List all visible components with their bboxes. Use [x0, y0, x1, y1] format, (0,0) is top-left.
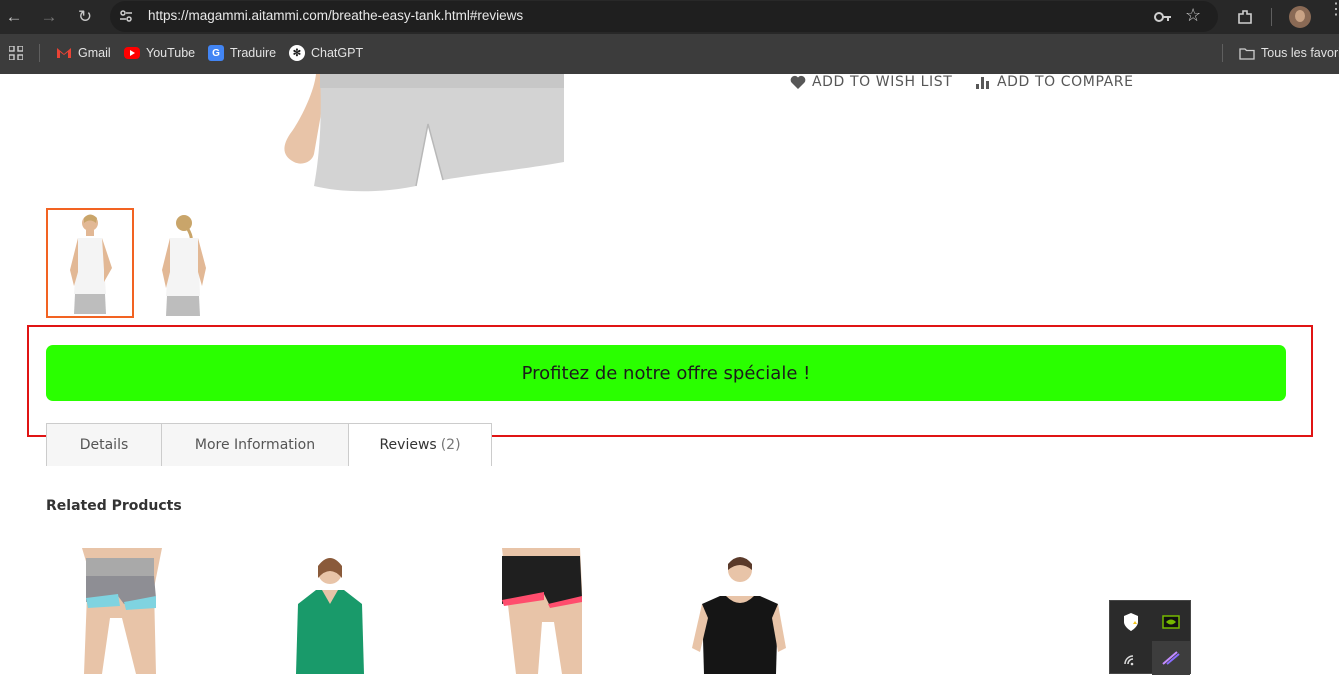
tab-reviews[interactable]: Reviews (2) — [348, 423, 492, 466]
profile-avatar[interactable] — [1289, 6, 1311, 28]
related-product-image[interactable] — [680, 548, 800, 674]
special-offer-button[interactable]: Profitez de notre offre spéciale ! — [46, 345, 1286, 401]
back-icon[interactable]: ← — [2, 5, 26, 29]
bookmark-youtube[interactable]: YouTube — [124, 44, 195, 62]
tab-label: Reviews — [379, 437, 437, 453]
bookmark-chatgpt[interactable]: ✻ ChatGPT — [289, 44, 363, 62]
bookmark-label: Tous les favoris — [1261, 46, 1339, 60]
related-product-image[interactable] — [62, 548, 182, 674]
compare-label: ADD TO COMPARE — [997, 74, 1134, 90]
wireless-signal-icon[interactable] — [1112, 641, 1150, 675]
browser-chrome: ← → ↻ ☆ https://magammi.aitammi.com/brea… — [0, 0, 1339, 74]
all-bookmarks-folder[interactable]: Tous les favoris — [1239, 44, 1339, 62]
gmail-icon — [56, 45, 72, 61]
bookmark-label: ChatGPT — [311, 46, 364, 60]
bookmark-gmail[interactable]: Gmail — [56, 44, 111, 62]
related-products-title: Related Products — [46, 498, 182, 514]
heart-icon — [790, 75, 806, 89]
bookmark-traduire[interactable]: G Traduire — [208, 44, 276, 62]
youtube-icon — [124, 47, 140, 59]
system-tray-popup — [1109, 600, 1191, 675]
browser-toolbar: ← → ↻ ☆ https://magammi.aitammi.com/brea… — [0, 0, 1339, 34]
gallery-thumbnail-back[interactable] — [138, 208, 226, 318]
password-key-icon[interactable] — [1153, 9, 1173, 25]
chatgpt-icon: ✻ — [289, 45, 305, 61]
add-to-compare-link[interactable]: ADD TO COMPARE — [975, 74, 1134, 90]
compare-bars-icon — [976, 77, 989, 89]
security-shield-icon[interactable] — [1112, 605, 1150, 639]
menu-kebab-icon[interactable]: ⋮ — [1328, 2, 1339, 18]
bookmarks-bar: Gmail YouTube G Traduire ✻ ChatGPT Tous … — [0, 38, 1339, 68]
bookmark-label: Traduire — [230, 46, 277, 60]
reviews-count: (2) — [440, 437, 461, 453]
special-offer-label: Profitez de notre offre spéciale ! — [521, 362, 811, 384]
forward-icon[interactable]: → — [37, 5, 61, 29]
tab-label: More Information — [194, 437, 316, 453]
site-info-icon[interactable] — [118, 8, 134, 24]
folder-icon — [1239, 45, 1255, 61]
nvidia-icon[interactable] — [1152, 605, 1190, 639]
tab-more-information[interactable]: More Information — [161, 423, 349, 466]
bookmarks-divider — [39, 44, 40, 62]
page-content: ADD TO WISH LIST ADD TO COMPARE Profitez… — [0, 74, 1339, 675]
related-product-image[interactable] — [272, 548, 392, 674]
wishlist-label: ADD TO WISH LIST — [812, 74, 953, 90]
tab-details[interactable]: Details — [46, 423, 162, 466]
toolbar-divider — [1271, 8, 1272, 26]
bookmark-label: Gmail — [78, 46, 111, 60]
bookmarks-divider — [1222, 44, 1223, 62]
product-main-image — [268, 74, 568, 199]
url-text[interactable]: https://magammi.aitammi.com/breathe-easy… — [148, 8, 523, 23]
translate-icon: G — [208, 45, 224, 61]
bookmark-label: YouTube — [146, 46, 196, 60]
extensions-icon[interactable] — [1236, 8, 1254, 26]
tab-label: Details — [79, 437, 129, 453]
bookmark-star-icon[interactable]: ☆ — [1185, 5, 1201, 26]
gallery-thumbnail-front[interactable] — [46, 208, 134, 318]
related-product-image[interactable] — [486, 548, 606, 674]
apps-grid-icon[interactable] — [9, 44, 23, 62]
reload-icon[interactable]: ↻ — [73, 5, 97, 29]
add-to-wishlist-link[interactable]: ADD TO WISH LIST — [790, 74, 952, 90]
feather-app-icon[interactable] — [1152, 641, 1190, 675]
